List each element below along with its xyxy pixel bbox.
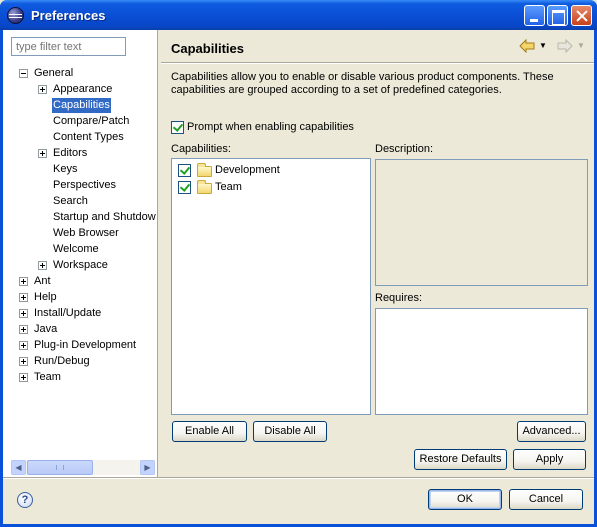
folder-icon	[197, 180, 212, 194]
eclipse-app-icon	[7, 7, 24, 24]
close-button[interactable]	[571, 5, 592, 26]
expand-icon[interactable]	[19, 309, 28, 318]
folder-icon	[197, 163, 212, 177]
back-dropdown-icon[interactable]: ▼	[539, 41, 547, 50]
help-icon[interactable]: ?	[17, 492, 33, 508]
window-title: Preferences	[31, 8, 106, 23]
expand-icon[interactable]	[38, 149, 47, 158]
tree-item-startup-shutdown[interactable]: Startup and Shutdow	[52, 210, 158, 226]
prompt-checkbox[interactable]	[171, 121, 184, 134]
restore-defaults-button[interactable]: Restore Defaults	[414, 449, 507, 470]
disable-all-button[interactable]: Disable All	[253, 421, 327, 442]
title-bar[interactable]: Preferences	[0, 0, 597, 30]
prompt-checkbox-label: Prompt when enabling capabilities	[187, 121, 354, 133]
capabilities-label: Capabilities:	[171, 143, 231, 155]
expand-icon[interactable]	[19, 293, 28, 302]
expand-icon[interactable]	[38, 85, 47, 94]
scroll-left-icon[interactable]: ◀	[11, 460, 26, 475]
requires-label: Requires:	[375, 292, 423, 304]
page-title: Capabilities	[171, 41, 244, 56]
minimize-button[interactable]	[524, 5, 545, 26]
forward-dropdown-icon: ▼	[577, 41, 585, 50]
expand-icon[interactable]	[19, 325, 28, 334]
scroll-thumb[interactable]	[27, 460, 93, 475]
expand-icon[interactable]	[19, 357, 28, 366]
enable-all-button[interactable]: Enable All	[172, 421, 247, 442]
collapse-icon[interactable]	[19, 69, 28, 78]
expand-icon[interactable]	[19, 373, 28, 382]
maximize-button[interactable]	[547, 5, 568, 26]
description-box	[375, 159, 588, 286]
expand-icon[interactable]	[19, 277, 28, 286]
ok-button[interactable]: OK	[428, 489, 502, 510]
cancel-button[interactable]: Cancel	[509, 489, 583, 510]
capability-checkbox[interactable]	[178, 181, 191, 194]
capabilities-list[interactable]: Development Team	[171, 158, 371, 415]
expand-icon[interactable]	[19, 341, 28, 350]
preferences-window: Preferences General Appearance Capabilit…	[0, 0, 597, 527]
expand-icon[interactable]	[38, 261, 47, 270]
apply-button[interactable]: Apply	[513, 449, 586, 470]
bottom-separator	[3, 477, 594, 479]
forward-arrow-icon	[557, 39, 573, 53]
description-label: Description:	[375, 143, 434, 155]
capability-checkbox[interactable]	[178, 164, 191, 177]
header-separator	[161, 62, 594, 64]
requires-box	[375, 308, 588, 415]
pane-sash[interactable]	[158, 30, 161, 477]
scroll-right-icon[interactable]: ▶	[140, 460, 155, 475]
filter-input[interactable]	[11, 37, 126, 56]
page-header: Capabilities ▼ ▼	[161, 30, 594, 62]
tree-horizontal-scrollbar[interactable]: ◀ ▶	[11, 460, 155, 475]
advanced-button[interactable]: Advanced...	[517, 421, 586, 442]
preference-tree-pane: General Appearance Capabilities Compare/…	[3, 30, 158, 477]
dialog-client-area: General Appearance Capabilities Compare/…	[3, 30, 594, 524]
back-arrow-icon[interactable]	[519, 39, 535, 53]
page-description: Capabilities allow you to enable or disa…	[171, 71, 554, 96]
